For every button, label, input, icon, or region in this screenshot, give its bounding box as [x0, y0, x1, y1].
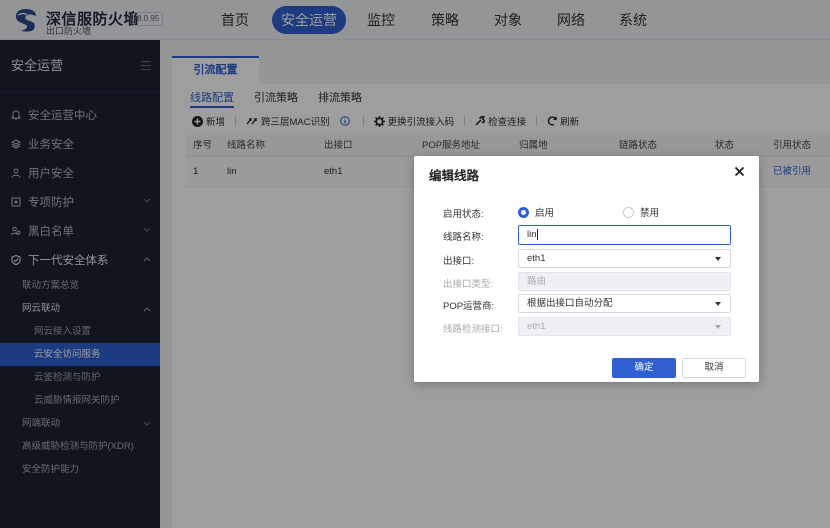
edit-line-dialog: 编辑线路 启用状态: 启用 禁用 线路名称: lin 出接口: eth1 出接口…: [414, 156, 759, 382]
confirm-button[interactable]: 确定: [612, 358, 676, 378]
interface-select[interactable]: eth1: [518, 249, 731, 268]
form-row-enable: 启用状态: 启用 禁用: [414, 202, 759, 222]
cancel-button[interactable]: 取消: [682, 358, 746, 378]
line-name-input[interactable]: lin: [518, 225, 731, 245]
close-icon[interactable]: [734, 166, 745, 177]
caret-down-icon: [715, 257, 721, 261]
caret-down-icon: [715, 302, 721, 306]
detect-interface-select: eth1: [518, 317, 731, 336]
caret-down-icon: [715, 325, 721, 329]
enable-label: 启用状态:: [443, 209, 484, 220]
form-row-pop: POP运营商: 根据出接口自动分配: [414, 294, 759, 314]
pop-label: POP运营商:: [443, 301, 495, 312]
detect-interface-label: 线路检测接口:: [443, 324, 503, 335]
interface-type-field: 路由: [518, 272, 731, 291]
text-cursor: [536, 228, 538, 240]
form-row-name: 线路名称: lin: [414, 225, 759, 245]
radio-checked-icon: [518, 206, 529, 218]
interface-label: 出接口:: [443, 256, 475, 267]
form-row-detect: 线路检测接口: eth1: [414, 317, 759, 337]
dialog-title: 编辑线路: [429, 169, 480, 183]
name-label: 线路名称:: [443, 232, 484, 243]
interface-type-label: 出接口类型:: [443, 279, 494, 290]
radio-disable[interactable]: 禁用: [623, 205, 659, 219]
radio-enable[interactable]: 启用: [518, 205, 554, 219]
form-row-interface-type: 出接口类型: 路由: [414, 272, 759, 292]
form-row-interface: 出接口: eth1: [414, 249, 759, 269]
pop-operator-select[interactable]: 根据出接口自动分配: [518, 294, 731, 313]
radio-unchecked-icon: [623, 206, 634, 218]
